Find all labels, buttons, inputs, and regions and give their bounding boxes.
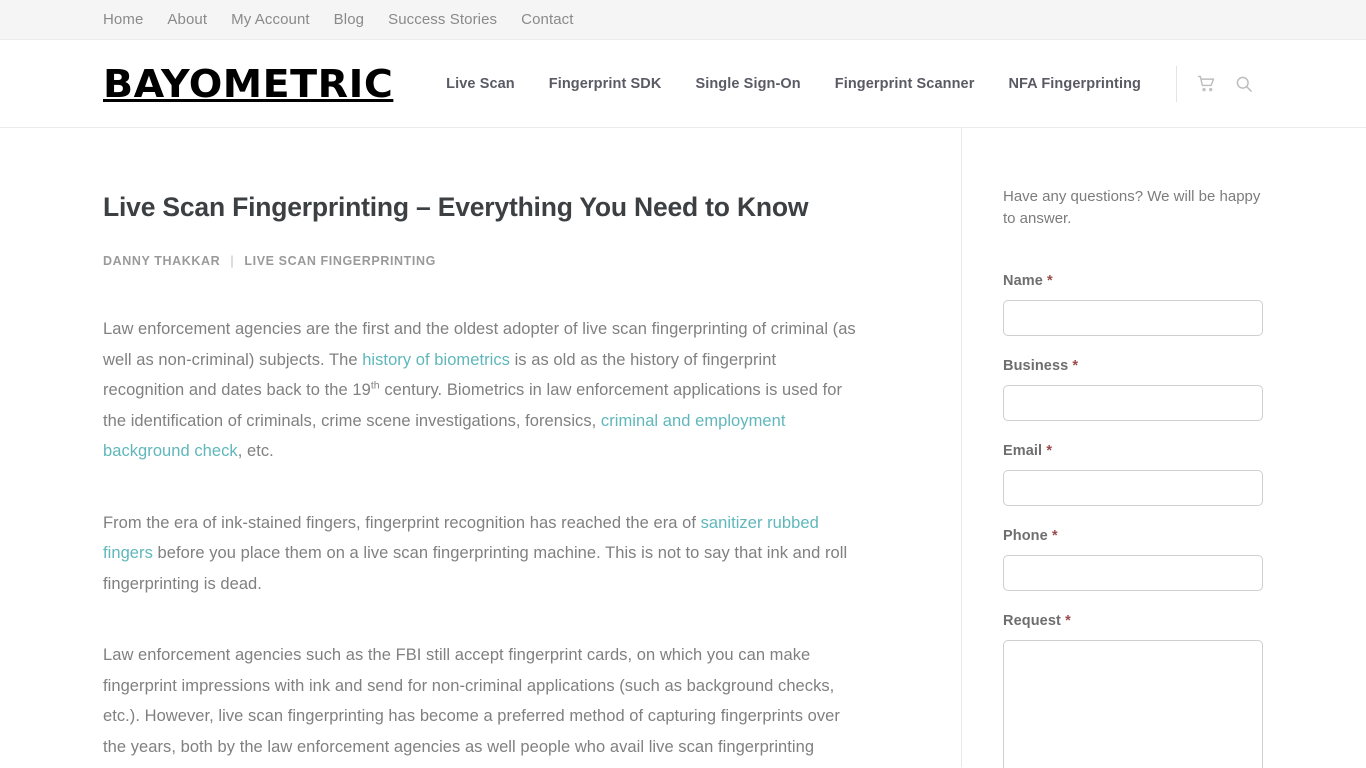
label-request: Request * (1003, 613, 1263, 629)
post-body: Law enforcement agencies are the first a… (103, 314, 858, 768)
nav-link-live-scan[interactable]: Live Scan (429, 76, 532, 92)
required-marker: * (1046, 443, 1053, 459)
paragraph: Law enforcement agencies such as the FBI… (103, 640, 858, 768)
superscript: th (370, 379, 380, 392)
inline-link[interactable]: history of biometrics (362, 351, 510, 369)
form-field-email: Email * (1003, 443, 1263, 506)
required-marker: * (1051, 528, 1058, 544)
form-field-business: Business * (1003, 358, 1263, 421)
business-field[interactable] (1003, 385, 1263, 421)
name-field[interactable] (1003, 300, 1263, 336)
post-category-link[interactable]: LIVE SCAN FINGERPRINTING (244, 254, 436, 268)
meta-separator: | (230, 254, 235, 269)
required-marker: * (1072, 358, 1079, 374)
nav-link-fingerprint-scanner[interactable]: Fingerprint Scanner (818, 76, 992, 92)
page-body: Live Scan Fingerprinting – Everything Yo… (0, 128, 1366, 768)
required-marker: * (1047, 273, 1053, 289)
nav-link-single-sign-on[interactable]: Single Sign-On (678, 76, 817, 92)
label-business: Business * (1003, 358, 1263, 374)
required-marker: * (1065, 613, 1071, 629)
search-icon[interactable] (1225, 65, 1263, 103)
topbar-link-contact[interactable]: Contact (521, 11, 597, 28)
text-run: , etc. (237, 442, 274, 461)
label-text: Name (1003, 273, 1043, 289)
label-text: Request (1003, 613, 1061, 629)
form-field-request: Request * (1003, 613, 1263, 768)
label-phone: Phone * (1003, 528, 1263, 544)
nav-link-nfa-fingerprinting[interactable]: NFA Fingerprinting (991, 76, 1158, 92)
paragraph: Law enforcement agencies are the first a… (103, 314, 858, 467)
cart-icon[interactable] (1187, 65, 1225, 103)
request-field[interactable] (1003, 640, 1263, 768)
form-field-phone: Phone * (1003, 528, 1263, 591)
top-utility-bar: Home About My Account Blog Success Stories Co… (0, 0, 1366, 40)
label-name: Name * (1003, 273, 1263, 289)
site-header: BAYOMETRIC Live Scan Fingerprint SDK Singl… (0, 40, 1366, 128)
topbar-link-success-stories[interactable]: Success Stories (388, 11, 521, 28)
nav-divider (1176, 65, 1177, 102)
post-meta: DANNY THAKKAR | LIVE SCAN FINGERPRINTING (103, 254, 858, 268)
topbar-link-blog[interactable]: Blog (334, 11, 388, 28)
paragraph: From the era of ink-stained fingers, fin… (103, 508, 858, 600)
contact-form: Name * Business * Email * Phone * Request * (1003, 273, 1263, 768)
topbar-link-home[interactable]: Home (103, 11, 167, 28)
article-content: Live Scan Fingerprinting – Everything Yo… (0, 128, 962, 767)
text-run: before you place them on a live scan fin… (103, 544, 848, 593)
sidebar-contact-form: Have any questions? We will be happy to … (962, 128, 1366, 768)
topbar-link-about[interactable]: About (167, 11, 231, 28)
top-utility-nav: Home About My Account Blog Success Stories Co… (103, 11, 598, 28)
label-text: Email (1003, 443, 1043, 459)
form-field-name: Name * (1003, 273, 1263, 336)
label-text: Phone (1003, 528, 1048, 544)
label-email: Email * (1003, 443, 1263, 459)
page-title: Live Scan Fingerprinting – Everything Yo… (103, 192, 809, 222)
post-author-link[interactable]: DANNY THAKKAR (103, 254, 220, 268)
phone-field[interactable] (1003, 555, 1263, 591)
site-logo[interactable]: BAYOMETRIC (103, 65, 393, 103)
text-run: Law enforcement agencies such as the FBI… (103, 646, 840, 756)
topbar-link-my-account[interactable]: My Account (231, 11, 334, 28)
sidebar-intro-text: Have any questions? We will be happy to … (1003, 188, 1261, 227)
label-text: Business (1003, 358, 1069, 374)
email-field[interactable] (1003, 470, 1263, 506)
nav-link-fingerprint-sdk[interactable]: Fingerprint SDK (532, 76, 679, 92)
text-run: From the era of ink-stained fingers, fin… (103, 513, 701, 532)
main-navigation: Live Scan Fingerprint SDK Single Sign-On Fi… (429, 65, 1263, 103)
